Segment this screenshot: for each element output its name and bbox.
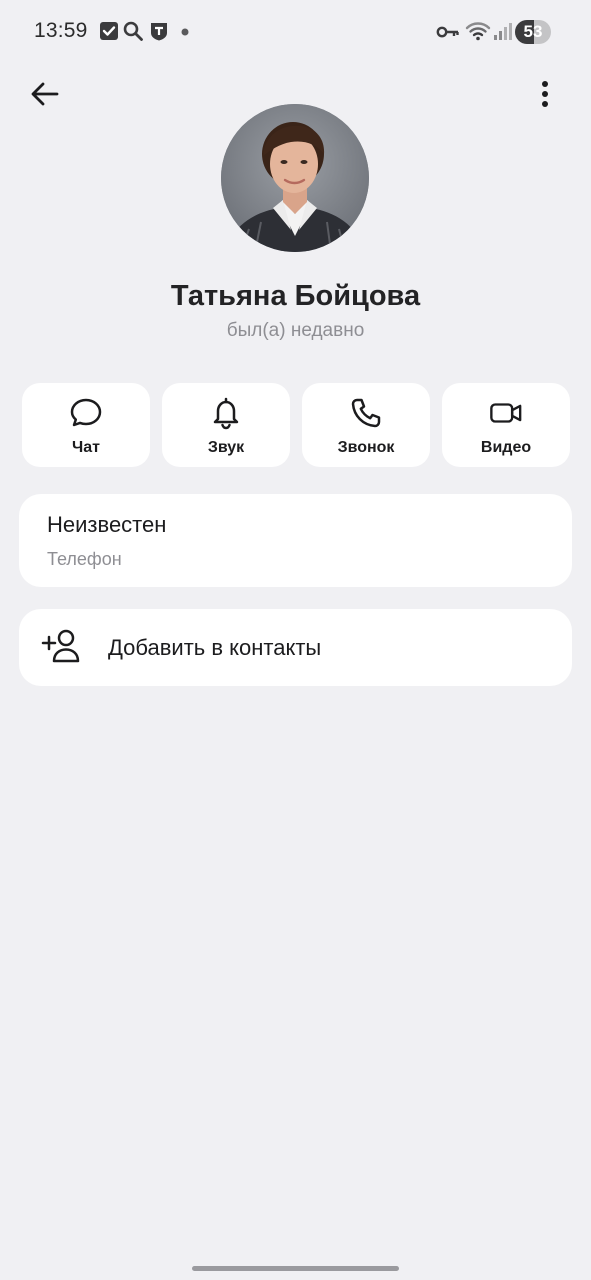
chat-button-label: Чат — [72, 439, 100, 456]
search-icon — [123, 21, 143, 41]
add-to-contacts-button[interactable]: Добавить в контакты — [19, 609, 572, 686]
phone-icon — [351, 398, 381, 428]
status-time: 13:59 — [34, 19, 88, 42]
action-buttons: Чат Звук Звонок Видео — [22, 383, 570, 467]
phone-info-card[interactable]: Неизвестен Телефон — [19, 494, 572, 587]
more-vertical-icon — [542, 81, 548, 107]
add-person-icon — [41, 629, 80, 663]
call-button[interactable]: Звонок — [302, 383, 430, 467]
call-button-label: Звонок — [337, 439, 395, 456]
dot-icon — [181, 28, 189, 36]
chat-button[interactable]: Чат — [22, 383, 150, 467]
phone-label: Телефон — [47, 549, 122, 569]
video-camera-icon — [490, 403, 522, 423]
phone-value: Неизвестен — [47, 512, 167, 537]
profile-name: Татьяна Бойцова — [170, 280, 421, 312]
shield-t-icon — [151, 23, 167, 41]
checkbox-icon — [100, 22, 118, 40]
signal-icon — [494, 23, 512, 40]
sound-button[interactable]: Звук — [162, 383, 290, 467]
sound-button-label: Звук — [207, 439, 245, 456]
status-bar: 13:59 53 — [0, 0, 591, 64]
arrow-left-icon — [31, 82, 59, 106]
avatar[interactable] — [221, 104, 369, 252]
avatar-photo — [221, 104, 369, 252]
last-seen-status: был(а) недавно — [226, 320, 365, 341]
chat-bubble-icon — [70, 398, 102, 427]
key-icon — [436, 26, 459, 38]
back-button[interactable] — [26, 76, 64, 112]
video-button[interactable]: Видео — [442, 383, 570, 467]
bell-icon — [213, 397, 239, 430]
home-indicator[interactable] — [192, 1266, 399, 1271]
battery-indicator: 53 — [515, 20, 551, 44]
more-options-button[interactable] — [528, 76, 562, 112]
add-to-contacts-label: Добавить в контакты — [108, 635, 322, 660]
wifi-icon — [465, 22, 491, 41]
video-button-label: Видео — [480, 439, 532, 456]
battery-level: 53 — [523, 22, 543, 41]
